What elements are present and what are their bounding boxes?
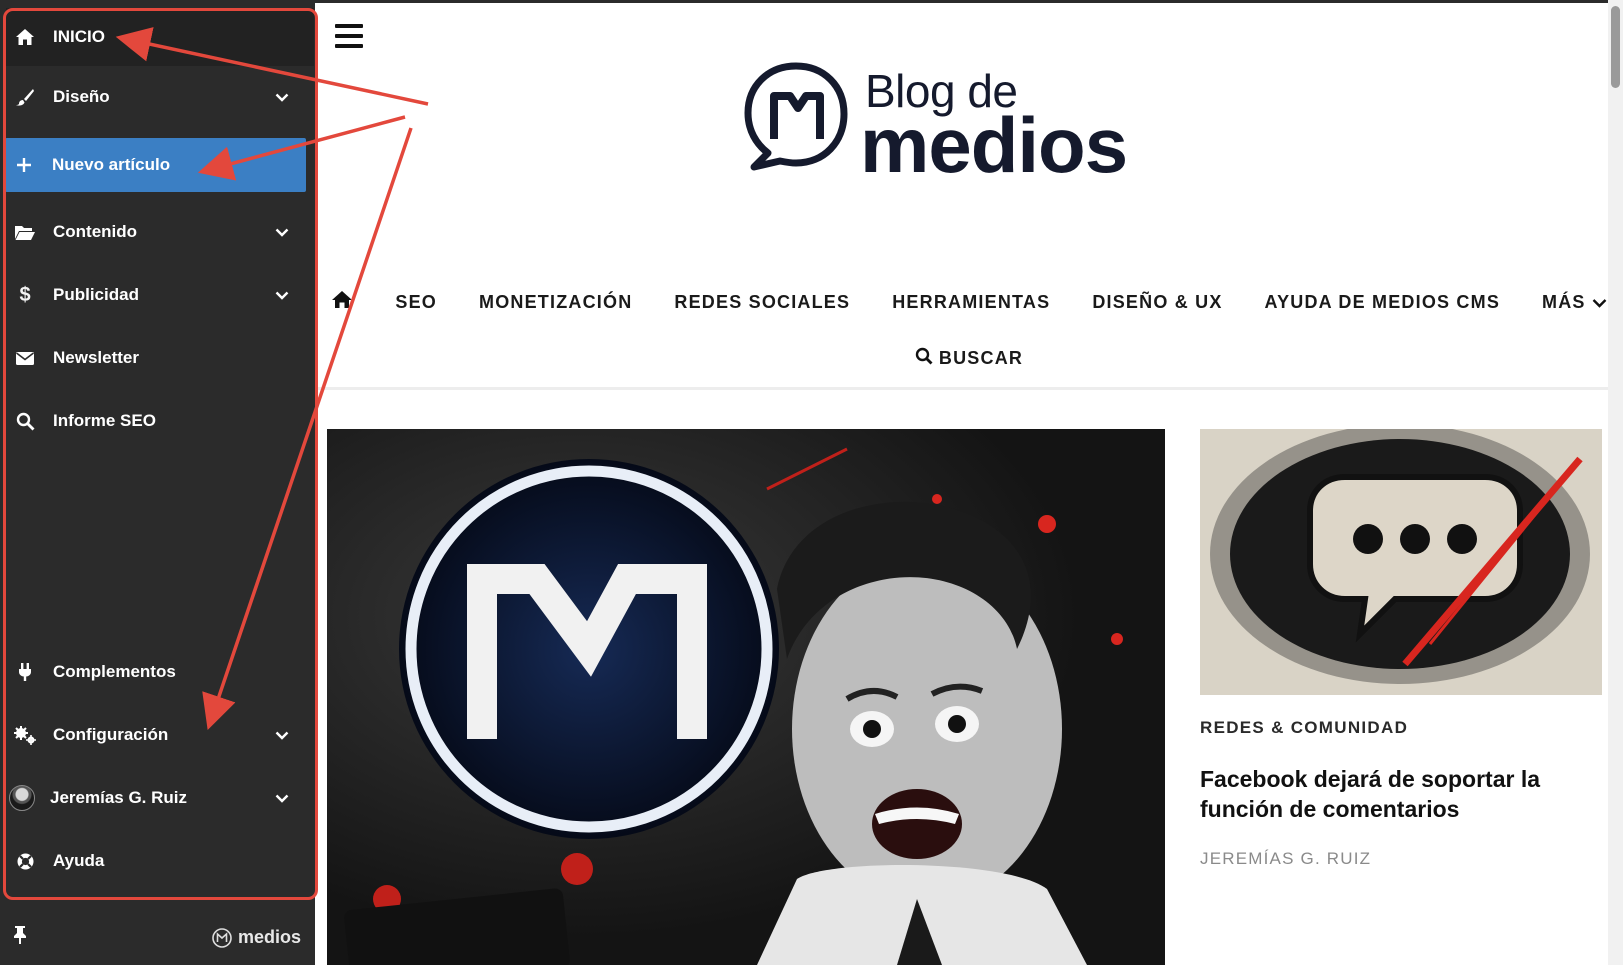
sidebar-item-ayuda[interactable]: Ayuda bbox=[6, 834, 306, 888]
nav-item-monetizacion[interactable]: MONETIZACIÓN bbox=[458, 292, 653, 313]
envelope-icon bbox=[12, 351, 38, 366]
home-icon bbox=[331, 290, 353, 314]
hero-illustration bbox=[327, 429, 1165, 965]
main-content: Blog de medios SEO MONETIZACIÓN REDES SO… bbox=[315, 0, 1623, 965]
sidebar-item-label: Diseño bbox=[53, 87, 110, 106]
home-icon bbox=[12, 28, 38, 46]
sidebar-item-diseno[interactable]: Diseño bbox=[6, 70, 306, 124]
chevron-down-icon[interactable] bbox=[268, 228, 296, 237]
scrollbar-thumb[interactable] bbox=[1611, 6, 1620, 88]
sidebar-footer: medios bbox=[0, 910, 315, 965]
logo-text-big: medios bbox=[860, 101, 1128, 189]
plug-icon bbox=[12, 662, 38, 682]
sidebar-item-label: Informe SEO bbox=[53, 411, 156, 430]
sidebar-item-user[interactable]: Jeremías G. Ruiz bbox=[6, 771, 306, 825]
nav-item-herramientas[interactable]: HERRAMIENTAS bbox=[871, 292, 1071, 313]
chevron-down-icon[interactable] bbox=[268, 291, 296, 300]
nav-home[interactable] bbox=[310, 290, 374, 314]
sidebar-item-contenido[interactable]: Contenido bbox=[6, 205, 306, 259]
sidebar-item-label: Publicidad bbox=[53, 285, 139, 304]
chevron-down-icon[interactable] bbox=[268, 93, 296, 102]
nav-item-mas-label: MÁS bbox=[1542, 291, 1586, 312]
user-avatar-image bbox=[9, 785, 35, 811]
pin-icon[interactable] bbox=[12, 925, 28, 950]
brush-icon bbox=[12, 87, 38, 107]
sidebar-item-label: Contenido bbox=[53, 222, 138, 241]
admin-sidebar: INICIO Diseño Nuevo artículo Contenido $… bbox=[0, 0, 315, 965]
lifebuoy-icon bbox=[12, 852, 38, 871]
side-illustration bbox=[1200, 429, 1602, 695]
sidebar-item-newsletter[interactable]: Newsletter bbox=[6, 331, 306, 385]
search-label: BUSCAR bbox=[938, 347, 1024, 368]
page-scrollbar[interactable] bbox=[1608, 0, 1623, 965]
sidebar-brand-text: medios bbox=[237, 927, 301, 947]
sidebar-item-label: Complementos bbox=[53, 662, 176, 681]
nav-item-diseno-ux[interactable]: DISEÑO & UX bbox=[1071, 292, 1243, 313]
folder-icon bbox=[12, 224, 38, 241]
sidebar-item-label: Jeremías G. Ruiz bbox=[50, 788, 188, 807]
article-title[interactable]: Facebook dejará de soportar la función d… bbox=[1200, 764, 1600, 824]
sidebar-item-nuevo-articulo[interactable]: Nuevo artículo bbox=[5, 138, 306, 192]
nav-search: BUSCAR bbox=[315, 338, 1623, 378]
article-author[interactable]: JEREMÍAS G. RUIZ bbox=[1200, 849, 1371, 869]
side-article-image[interactable] bbox=[1200, 429, 1602, 695]
nav-divider bbox=[315, 387, 1623, 390]
sidebar-item-label: Nuevo artículo bbox=[52, 155, 171, 174]
sidebar-item-inicio[interactable]: INICIO bbox=[6, 8, 314, 66]
chevron-down-icon bbox=[1592, 292, 1607, 313]
chevron-down-icon[interactable] bbox=[268, 731, 296, 740]
main-nav: SEO MONETIZACIÓN REDES SOCIALES HERRAMIE… bbox=[315, 282, 1623, 322]
hero-article-image[interactable] bbox=[327, 429, 1165, 965]
search-icon bbox=[915, 347, 933, 370]
search-link[interactable]: BUSCAR bbox=[894, 347, 1044, 370]
chevron-down-icon[interactable] bbox=[268, 794, 296, 803]
sidebar-item-complementos[interactable]: Complementos bbox=[6, 645, 306, 699]
top-border bbox=[315, 0, 1623, 3]
search-icon bbox=[12, 412, 38, 431]
sidebar-item-label: Configuración bbox=[53, 725, 169, 744]
hamburger-menu-icon[interactable] bbox=[335, 24, 363, 48]
nav-item-ayuda-medios-cms[interactable]: AYUDA DE MEDIOS CMS bbox=[1244, 292, 1522, 313]
sidebar-item-configuracion[interactable]: Configuración bbox=[6, 708, 306, 762]
article-category[interactable]: REDES & COMUNIDAD bbox=[1200, 718, 1408, 738]
site-logo[interactable]: Blog de medios bbox=[740, 60, 1200, 189]
gears-icon bbox=[12, 725, 38, 745]
avatar bbox=[6, 785, 38, 811]
nav-item-seo[interactable]: SEO bbox=[374, 292, 458, 313]
nav-item-redes-sociales[interactable]: REDES SOCIALES bbox=[653, 292, 871, 313]
sidebar-brand-logo: medios bbox=[211, 927, 301, 949]
sidebar-item-informe-seo[interactable]: Informe SEO bbox=[6, 394, 306, 448]
sidebar-item-label: Ayuda bbox=[53, 851, 105, 870]
sidebar-item-label: Newsletter bbox=[53, 348, 139, 367]
plus-icon bbox=[11, 157, 37, 173]
sidebar-item-label: INICIO bbox=[53, 27, 105, 46]
dollar-icon: $ bbox=[19, 283, 31, 306]
sidebar-item-publicidad[interactable]: $ Publicidad bbox=[6, 268, 306, 322]
logo-bubble-icon bbox=[744, 62, 848, 171]
